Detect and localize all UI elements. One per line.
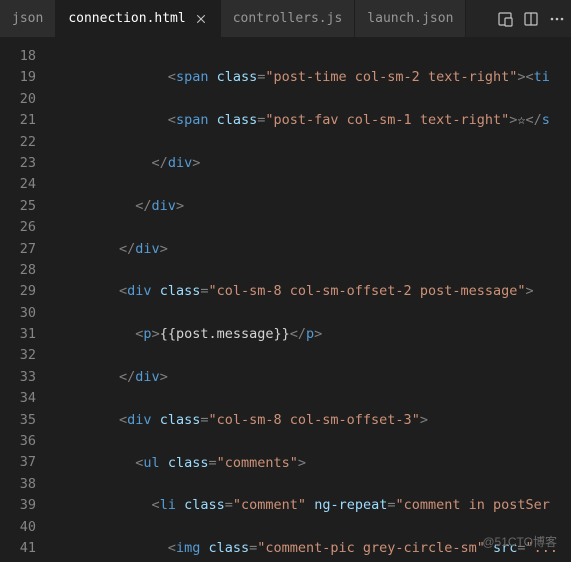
line-number: 18: [0, 46, 54, 67]
tab-label: json: [12, 11, 43, 26]
close-icon[interactable]: [194, 12, 208, 26]
code-content[interactable]: <span class="post-time col-sm-2 text-rig…: [54, 38, 571, 562]
tab-controllers-js[interactable]: controllers.js: [221, 0, 356, 37]
line-number: 30: [0, 303, 54, 324]
tab-label: launch.json: [367, 11, 453, 26]
line-number: 41: [0, 538, 54, 559]
line-number: 26: [0, 217, 54, 238]
line-number: 29: [0, 281, 54, 302]
tab-actions: [491, 0, 571, 37]
line-number: 33: [0, 367, 54, 388]
line-number-gutter: 18 19 20 21 22 23 24 25 26 27 28 29 30 3…: [0, 38, 54, 562]
line-number: 38: [0, 474, 54, 495]
editor-tab-bar: json connection.html controllers.js laun…: [0, 0, 571, 38]
line-number: 31: [0, 324, 54, 345]
line-number: 21: [0, 110, 54, 131]
line-number: 32: [0, 345, 54, 366]
more-actions-icon[interactable]: [549, 11, 565, 27]
line-number: 22: [0, 132, 54, 153]
code-editor[interactable]: 18 19 20 21 22 23 24 25 26 27 28 29 30 3…: [0, 38, 571, 562]
tab-json-partial[interactable]: json: [0, 0, 56, 37]
tab-launch-json[interactable]: launch.json: [355, 0, 466, 37]
tab-label: connection.html: [68, 11, 185, 26]
tab-label: controllers.js: [233, 11, 343, 26]
line-number: 28: [0, 260, 54, 281]
line-number: 25: [0, 196, 54, 217]
line-number: 39: [0, 495, 54, 516]
line-number: 36: [0, 431, 54, 452]
tab-connection-html[interactable]: connection.html: [56, 0, 220, 37]
line-number: 24: [0, 174, 54, 195]
line-number: 37: [0, 452, 54, 473]
line-number: 34: [0, 388, 54, 409]
line-number: 35: [0, 410, 54, 431]
line-number: 20: [0, 89, 54, 110]
line-number: 40: [0, 517, 54, 538]
line-number: 27: [0, 239, 54, 260]
line-number: 23: [0, 153, 54, 174]
split-editor-icon[interactable]: [523, 11, 539, 27]
line-number: 19: [0, 67, 54, 88]
preview-icon[interactable]: [497, 11, 513, 27]
